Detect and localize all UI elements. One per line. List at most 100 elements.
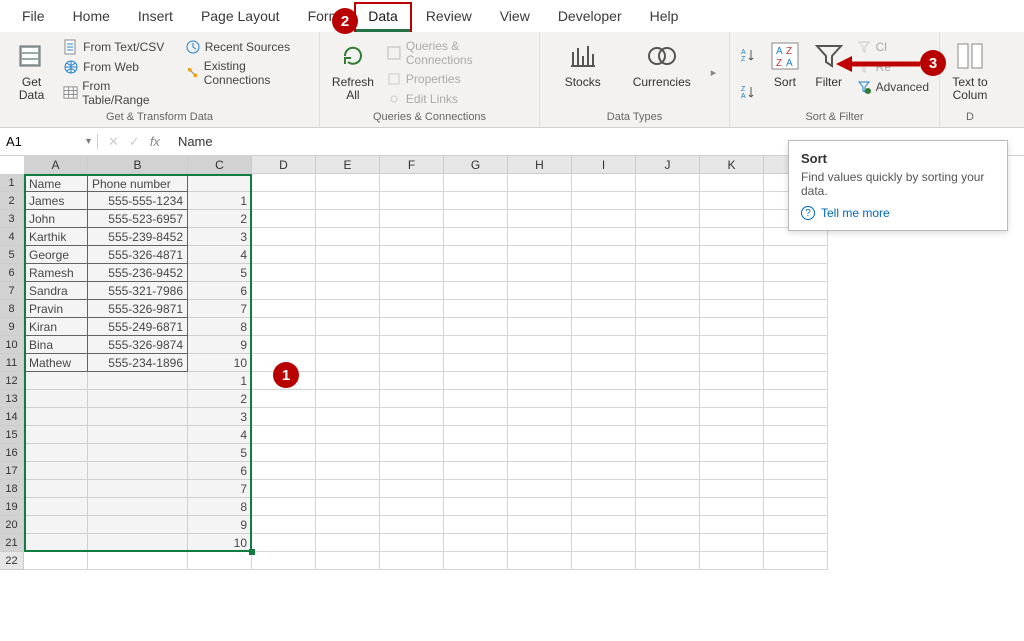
row-header[interactable]: 21 <box>0 534 24 552</box>
cell[interactable] <box>700 534 764 552</box>
cell[interactable] <box>88 444 188 462</box>
cell[interactable] <box>252 408 316 426</box>
column-header-I[interactable]: I <box>572 156 636 174</box>
name-box[interactable]: ▾ <box>0 134 98 149</box>
cell[interactable] <box>444 426 508 444</box>
cell[interactable] <box>572 498 636 516</box>
cell[interactable] <box>700 264 764 282</box>
cell[interactable] <box>636 552 700 570</box>
cell[interactable] <box>572 390 636 408</box>
cell[interactable] <box>316 264 380 282</box>
cell[interactable] <box>252 516 316 534</box>
column-header-F[interactable]: F <box>380 156 444 174</box>
cell[interactable] <box>88 516 188 534</box>
cell[interactable] <box>444 498 508 516</box>
cell[interactable]: 2 <box>188 390 252 408</box>
row-header[interactable]: 16 <box>0 444 24 462</box>
cell[interactable] <box>508 516 572 534</box>
cell[interactable] <box>508 246 572 264</box>
cell[interactable] <box>316 552 380 570</box>
cell[interactable] <box>508 462 572 480</box>
cell[interactable] <box>508 498 572 516</box>
cell[interactable]: 555-555-1234 <box>88 192 188 210</box>
cell[interactable] <box>252 282 316 300</box>
row-header[interactable]: 14 <box>0 408 24 426</box>
cell[interactable] <box>252 246 316 264</box>
cell[interactable] <box>380 318 444 336</box>
column-header-E[interactable]: E <box>316 156 380 174</box>
stocks-button[interactable]: Stocks <box>553 36 613 109</box>
cell[interactable] <box>764 408 828 426</box>
tab-review[interactable]: Review <box>412 2 486 32</box>
cell[interactable]: 3 <box>188 408 252 426</box>
cell[interactable] <box>700 354 764 372</box>
row-header[interactable]: 13 <box>0 390 24 408</box>
cell[interactable] <box>316 318 380 336</box>
from-text-csv-button[interactable]: From Text/CSV <box>61 38 177 56</box>
cell[interactable] <box>380 444 444 462</box>
cell[interactable] <box>380 372 444 390</box>
cell[interactable] <box>316 336 380 354</box>
cell[interactable]: 555-249-6871 <box>88 318 188 336</box>
cell[interactable] <box>88 498 188 516</box>
cell[interactable] <box>88 552 188 570</box>
cell[interactable] <box>572 372 636 390</box>
row-header[interactable]: 12 <box>0 372 24 390</box>
cell[interactable] <box>636 246 700 264</box>
cell[interactable] <box>764 354 828 372</box>
cell[interactable] <box>252 318 316 336</box>
cell[interactable] <box>380 210 444 228</box>
cell[interactable] <box>636 264 700 282</box>
from-table-range-button[interactable]: From Table/Range <box>61 78 177 108</box>
cell[interactable] <box>572 444 636 462</box>
cell[interactable] <box>636 426 700 444</box>
currencies-button[interactable]: Currencies <box>627 36 697 109</box>
row-header[interactable]: 4 <box>0 228 24 246</box>
cell[interactable] <box>252 390 316 408</box>
cell[interactable] <box>444 354 508 372</box>
cell[interactable] <box>380 264 444 282</box>
cell[interactable]: 555-321-7986 <box>88 282 188 300</box>
cell[interactable] <box>700 318 764 336</box>
cell[interactable] <box>700 336 764 354</box>
cell[interactable] <box>24 408 88 426</box>
cell[interactable] <box>444 480 508 498</box>
cell[interactable] <box>764 426 828 444</box>
cell[interactable] <box>252 534 316 552</box>
sort-desc-button[interactable]: ZA <box>738 83 758 101</box>
cell[interactable] <box>252 426 316 444</box>
cell[interactable] <box>380 174 444 192</box>
cell[interactable] <box>252 228 316 246</box>
cell[interactable] <box>572 426 636 444</box>
cell[interactable] <box>316 372 380 390</box>
row-header[interactable]: 22 <box>0 552 24 570</box>
cell[interactable] <box>444 462 508 480</box>
cell[interactable] <box>88 408 188 426</box>
cell[interactable] <box>316 408 380 426</box>
get-data-button[interactable]: Get Data <box>8 36 55 109</box>
cell[interactable] <box>508 552 572 570</box>
cell[interactable] <box>700 498 764 516</box>
cell[interactable]: Kiran <box>24 318 88 336</box>
cell[interactable] <box>188 174 252 192</box>
cell[interactable] <box>380 426 444 444</box>
cell[interactable] <box>764 444 828 462</box>
cell[interactable] <box>700 516 764 534</box>
cell[interactable] <box>508 264 572 282</box>
cell[interactable] <box>636 174 700 192</box>
cell[interactable] <box>572 210 636 228</box>
cell[interactable] <box>700 480 764 498</box>
cell[interactable] <box>24 390 88 408</box>
cell[interactable] <box>88 480 188 498</box>
cell[interactable]: 6 <box>188 282 252 300</box>
row-header[interactable]: 17 <box>0 462 24 480</box>
cell[interactable] <box>508 210 572 228</box>
cell[interactable]: 1 <box>188 372 252 390</box>
cell[interactable] <box>700 408 764 426</box>
cell[interactable] <box>316 228 380 246</box>
cell[interactable] <box>572 516 636 534</box>
cell[interactable] <box>380 480 444 498</box>
cell[interactable] <box>316 174 380 192</box>
cell[interactable] <box>316 534 380 552</box>
cell[interactable] <box>316 354 380 372</box>
